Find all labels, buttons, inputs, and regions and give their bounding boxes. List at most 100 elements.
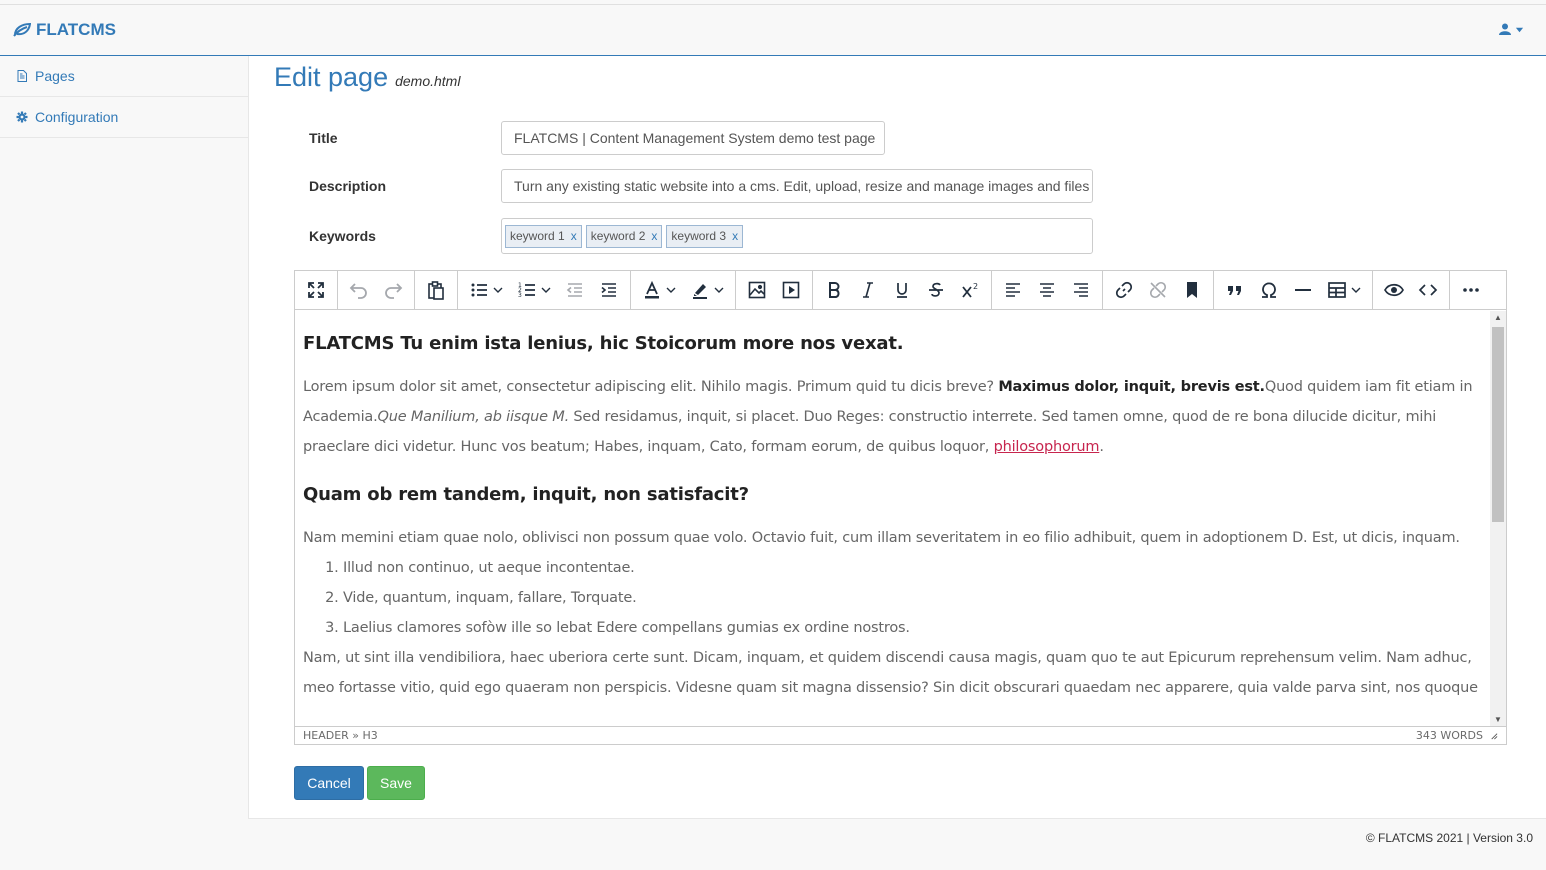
chevron-down-icon <box>1351 287 1361 293</box>
insert-image-button[interactable] <box>740 275 774 305</box>
page-heading: Edit page <box>274 62 389 92</box>
rich-text-editor: 123 2 FLATCMS Tu enim ista lenius, hic S… <box>294 270 1507 745</box>
content-link[interactable]: philosophorum <box>994 439 1100 455</box>
page-filename: demo.html <box>395 73 461 89</box>
bullet-list-button[interactable] <box>462 275 510 305</box>
content-paragraph-2: Nam memini etiam quae nolo, oblivisci no… <box>303 530 1460 546</box>
align-right-icon <box>1074 283 1088 297</box>
table-button[interactable] <box>1320 275 1368 305</box>
highlighter-icon <box>693 284 707 299</box>
preview-button[interactable] <box>1377 275 1411 305</box>
horizontal-rule-button[interactable] <box>1286 275 1320 305</box>
indent-button[interactable] <box>592 275 626 305</box>
brand-link[interactable]: FLATCMS <box>13 20 116 40</box>
sidebar-item-label: Configuration <box>35 109 119 125</box>
svg-text:3: 3 <box>518 292 522 299</box>
unlink-button[interactable] <box>1141 275 1175 305</box>
toolbar-group-align <box>992 270 1103 310</box>
video-icon <box>782 281 800 299</box>
toolbar-group-clipboard <box>415 270 458 310</box>
fullscreen-button[interactable] <box>299 275 333 305</box>
horizontal-line-icon <box>1295 289 1311 291</box>
bookmark-icon <box>1187 282 1197 298</box>
sidebar-item-configuration[interactable]: Configuration <box>0 97 248 138</box>
italic-text: Que Manilium, ab iisque M. <box>377 409 570 425</box>
save-button[interactable]: Save <box>367 766 425 800</box>
numbered-list-button[interactable]: 123 <box>510 275 558 305</box>
text-color-icon <box>645 280 659 299</box>
remove-tag-button[interactable]: x <box>732 229 738 243</box>
undo-button[interactable] <box>342 275 376 305</box>
editor-content-area[interactable]: FLATCMS Tu enim ista lenius, hic Stoicor… <box>295 311 1490 726</box>
keywords-tag-input[interactable]: keyword 1 x keyword 2 x keyword 3 x <box>501 218 1093 254</box>
resize-handle-icon[interactable] <box>1489 731 1498 740</box>
remove-tag-button[interactable]: x <box>651 229 657 243</box>
caret-down-icon <box>1515 27 1524 32</box>
cancel-button[interactable]: Cancel <box>294 766 364 800</box>
scroll-up-icon[interactable]: ▲ <box>1494 313 1502 322</box>
element-path[interactable]: HEADER » H3 <box>303 729 378 742</box>
superscript-button[interactable]: 2 <box>953 275 987 305</box>
editor-toolbar: 123 2 <box>295 270 1506 310</box>
list-item: Vide, quantum, inquam, fallare, Torquate… <box>343 583 1482 613</box>
title-input[interactable]: FLATCMS | Content Management System demo… <box>501 121 885 155</box>
keyword-tag-label: keyword 3 <box>671 229 727 243</box>
editor-scrollbar[interactable]: ▲ ▼ <box>1490 311 1506 726</box>
keyword-tag-label: keyword 1 <box>510 229 565 243</box>
strikethrough-button[interactable] <box>919 275 953 305</box>
align-center-button[interactable] <box>1030 275 1064 305</box>
sidebar-item-pages[interactable]: Pages <box>0 56 248 97</box>
image-icon <box>748 281 766 299</box>
user-menu-toggle[interactable] <box>1499 23 1524 35</box>
scrollbar-thumb[interactable] <box>1492 327 1504 522</box>
editor-statusbar: HEADER » H3 343 WORDS <box>295 726 1506 744</box>
title-row: Title FLATCMS | Content Management Syste… <box>309 121 885 155</box>
special-character-button[interactable] <box>1252 275 1286 305</box>
source-code-button[interactable] <box>1411 275 1445 305</box>
list-item: Laelius clamores sofòw ille so lebat Ede… <box>343 613 1482 643</box>
align-left-button[interactable] <box>996 275 1030 305</box>
toolbar-group-media <box>736 270 813 310</box>
text-color-button[interactable] <box>635 275 683 305</box>
content-heading-2: Quam ob rem tandem, inquit, non satisfac… <box>303 484 749 505</box>
description-input[interactable]: Turn any existing static website into a … <box>501 169 1093 203</box>
remove-tag-button[interactable]: x <box>571 229 577 243</box>
file-icon <box>17 70 27 82</box>
italic-icon <box>863 282 873 298</box>
bold-icon <box>829 282 840 298</box>
paste-button[interactable] <box>419 275 453 305</box>
toolbar-group-lists: 123 <box>458 270 631 310</box>
outdent-button[interactable] <box>558 275 592 305</box>
eye-icon <box>1384 283 1404 297</box>
bold-button[interactable] <box>817 275 851 305</box>
insert-link-button[interactable] <box>1107 275 1141 305</box>
bookmark-button[interactable] <box>1175 275 1209 305</box>
toolbar-group-more <box>1450 271 1492 310</box>
undo-icon <box>349 283 367 299</box>
toolbar-group-colors <box>631 270 736 310</box>
list-item: Illud non continuo, ut aeque incontentae… <box>343 553 1482 583</box>
indent-icon <box>601 283 616 297</box>
highlight-color-button[interactable] <box>683 275 731 305</box>
align-right-button[interactable] <box>1064 275 1098 305</box>
underline-icon <box>897 283 907 298</box>
more-horizontal-icon <box>1463 288 1479 292</box>
bullet-list-icon <box>471 283 487 297</box>
outdent-icon <box>566 283 582 297</box>
omega-icon <box>1262 282 1276 298</box>
more-button[interactable] <box>1454 275 1488 305</box>
insert-media-button[interactable] <box>774 275 808 305</box>
word-count[interactable]: 343 WORDS <box>1416 729 1483 742</box>
content-paragraph-3: Nam, ut sint illa vendibiliora, haec ube… <box>303 650 1478 696</box>
gear-icon <box>16 111 28 123</box>
user-icon <box>1499 23 1511 35</box>
text-span: . <box>1099 439 1104 455</box>
italic-button[interactable] <box>851 275 885 305</box>
leaf-icon <box>13 23 31 37</box>
underline-button[interactable] <box>885 275 919 305</box>
blockquote-button[interactable] <box>1218 275 1252 305</box>
scroll-down-icon[interactable]: ▼ <box>1494 715 1502 724</box>
align-center-icon <box>1040 283 1054 297</box>
main-content: Edit page demo.html Title FLATCMS | Cont… <box>249 56 1546 819</box>
redo-button[interactable] <box>376 275 410 305</box>
